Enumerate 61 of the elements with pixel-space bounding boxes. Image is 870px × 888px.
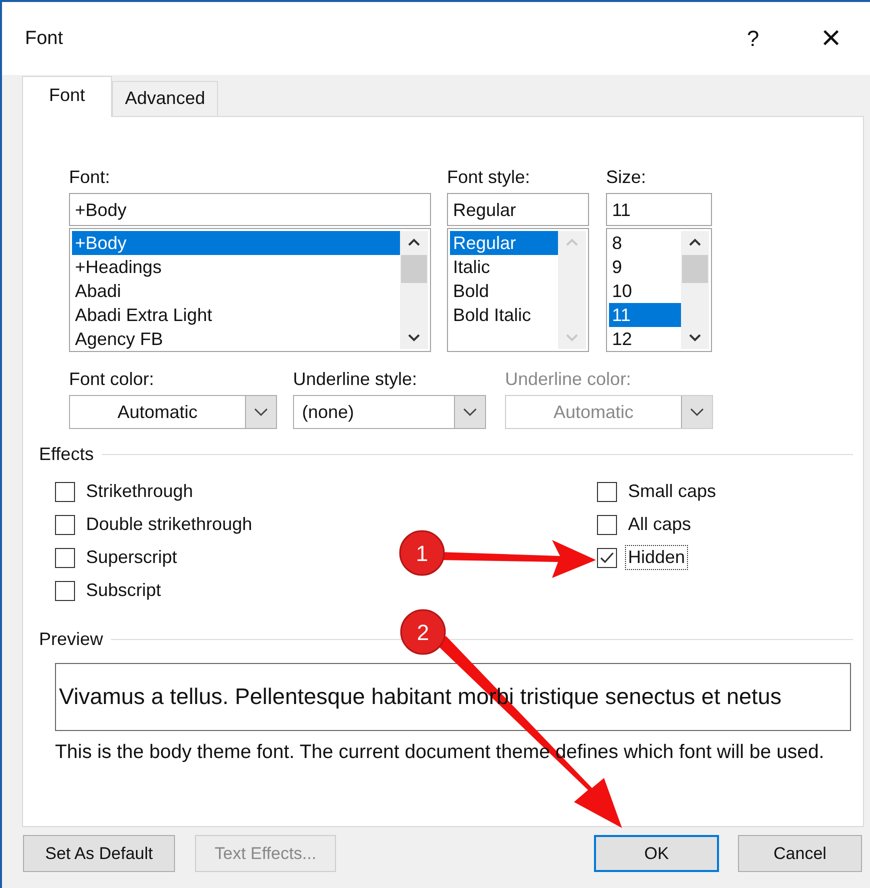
checkbox[interactable] xyxy=(597,482,617,502)
window-title: Font xyxy=(25,28,64,50)
field-label: Font style: xyxy=(447,167,532,189)
field-label: Underline color: xyxy=(505,369,632,391)
list-item[interactable]: Regular xyxy=(450,231,558,255)
input-field[interactable]: +Body xyxy=(69,193,431,226)
checkbox[interactable] xyxy=(55,548,75,568)
section-title: Preview xyxy=(39,628,104,650)
chevron-down-icon xyxy=(254,408,268,416)
tab[interactable]: Font xyxy=(22,76,112,117)
checkbox[interactable] xyxy=(597,548,617,568)
section-title: Effects xyxy=(39,444,94,464)
list-item[interactable]: Agency FB xyxy=(72,327,400,351)
checkbox-label[interactable]: Strikethrough xyxy=(83,479,196,504)
list-item[interactable]: 10 xyxy=(609,279,681,303)
list-item[interactable]: 8 xyxy=(609,231,681,255)
tab[interactable]: Advanced xyxy=(112,81,218,116)
checkbox[interactable] xyxy=(55,580,75,600)
checkbox-label[interactable]: Small caps xyxy=(625,479,720,504)
help-button[interactable]: ? xyxy=(714,26,792,52)
dialog-button[interactable]: OK xyxy=(594,835,719,872)
chevron-down-icon xyxy=(463,408,477,416)
close-button[interactable]: × xyxy=(792,19,870,58)
field-label: Size: xyxy=(606,167,648,189)
field-label: Font color: xyxy=(69,369,156,391)
checkbox[interactable] xyxy=(55,482,75,502)
checkbox-label[interactable]: Hidden xyxy=(625,545,688,570)
checkbox-label[interactable]: All caps xyxy=(625,512,694,537)
scroll-up-icon[interactable] xyxy=(688,237,702,247)
dialog-button[interactable]: Set As Default xyxy=(23,835,175,872)
list-item[interactable]: Bold Italic xyxy=(450,303,558,327)
list-item[interactable]: 12 xyxy=(609,327,681,351)
list-item[interactable]: 11 xyxy=(609,303,681,327)
scrollbar-thumb[interactable] xyxy=(682,255,708,283)
list-item[interactable]: 9 xyxy=(609,255,681,279)
field-label: Font: xyxy=(69,167,112,189)
checkbox[interactable] xyxy=(597,514,617,534)
checkbox[interactable] xyxy=(55,514,75,534)
scroll-down-icon[interactable] xyxy=(407,333,421,343)
dropdown[interactable]: (none) xyxy=(293,395,486,429)
checkbox-label[interactable]: Double strikethrough xyxy=(83,512,256,537)
scroll-up-icon[interactable] xyxy=(407,237,421,247)
list-item[interactable]: Italic xyxy=(450,255,558,279)
chevron-down-icon xyxy=(690,408,704,416)
field-label: Underline style: xyxy=(293,369,418,391)
list-item[interactable]: +Headings xyxy=(72,255,400,279)
checkbox-label[interactable]: Superscript xyxy=(83,545,180,570)
list-item[interactable]: Abadi Extra Light xyxy=(72,303,400,327)
list-item[interactable]: Bold xyxy=(450,279,558,303)
scrollbar[interactable] xyxy=(400,231,428,349)
input-field[interactable]: Regular xyxy=(447,193,589,226)
list-item[interactable]: Abadi xyxy=(72,279,400,303)
list-item[interactable]: +Body xyxy=(72,231,400,255)
description-text: This is the body theme font. The current document theme defines which font will be used. xyxy=(54,741,826,764)
dropdown[interactable]: Automatic xyxy=(69,395,277,429)
dialog-button[interactable]: Cancel xyxy=(738,835,862,872)
checkbox-label[interactable]: Subscript xyxy=(83,578,164,603)
scrollbar-thumb[interactable] xyxy=(401,255,427,283)
input-field[interactable]: 11 xyxy=(606,193,712,226)
scroll-down-icon[interactable] xyxy=(688,333,702,343)
scrollbar[interactable] xyxy=(681,231,709,349)
